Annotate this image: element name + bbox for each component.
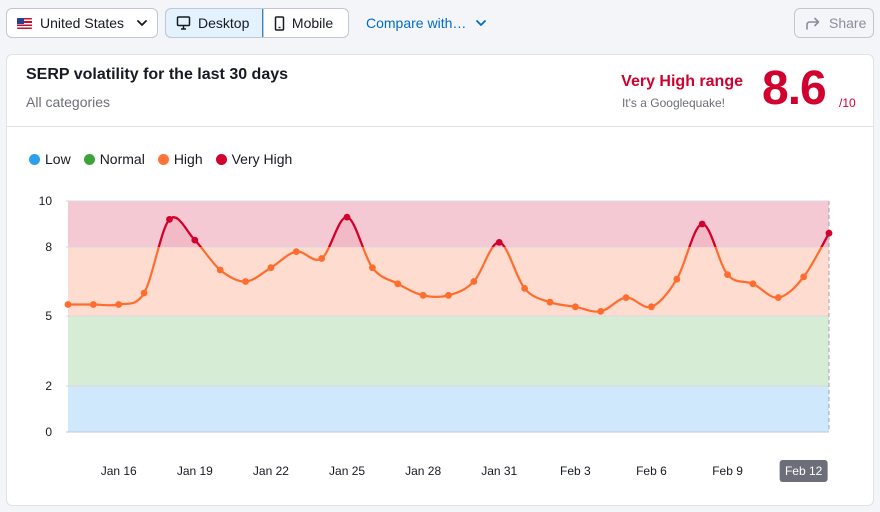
x-tick-label: Feb 6 (636, 464, 667, 478)
x-tick-label: Feb 9 (712, 464, 743, 478)
data-point (115, 301, 123, 308)
data-point (825, 229, 833, 237)
data-point (648, 303, 655, 311)
data-point (419, 291, 427, 299)
data-point (774, 294, 782, 301)
x-tick-label: Jan 25 (329, 464, 365, 478)
x-tick-label: Jan 16 (101, 464, 137, 478)
data-point (698, 220, 706, 228)
y-tick-label: 5 (45, 309, 52, 323)
data-point (64, 301, 72, 308)
data-point (800, 273, 808, 281)
data-point (749, 280, 757, 288)
data-point (369, 264, 376, 272)
data-point (445, 291, 452, 299)
data-point (191, 236, 199, 244)
data-point (597, 308, 605, 315)
data-point (495, 239, 503, 246)
data-point (571, 303, 579, 311)
y-tick-label: 10 (39, 194, 53, 208)
band-normal (68, 316, 829, 386)
x-tick-label: Jan 19 (177, 464, 213, 478)
data-point (546, 298, 554, 306)
x-tick-label: Jan 31 (481, 464, 517, 478)
data-point (216, 266, 224, 274)
x-tick-label: Feb 3 (560, 464, 591, 478)
band-low (68, 386, 829, 432)
data-point (292, 248, 300, 256)
data-point (521, 285, 528, 292)
band-high (68, 247, 829, 316)
data-point (394, 280, 402, 288)
data-point (673, 275, 681, 283)
data-point (140, 289, 148, 297)
data-point (470, 278, 478, 285)
data-point (622, 294, 630, 301)
data-point (89, 301, 97, 308)
x-tick-label: Feb 12 (785, 464, 823, 478)
y-tick-label: 2 (45, 379, 52, 393)
data-point (343, 213, 351, 221)
data-point (166, 216, 173, 223)
volatility-chart: 0 2 5 8 10 Jan 16 Jan 19 Jan 22 Jan 25 Jan 28 Jan … (39, 194, 833, 482)
y-tick-label: 8 (45, 240, 52, 254)
x-tick-label: Jan 28 (405, 464, 441, 478)
data-point (724, 271, 731, 278)
x-tick-label: Jan 22 (253, 464, 289, 478)
data-point (318, 255, 326, 262)
data-point (267, 264, 275, 272)
y-tick-label: 0 (45, 425, 52, 439)
data-point (242, 278, 249, 285)
